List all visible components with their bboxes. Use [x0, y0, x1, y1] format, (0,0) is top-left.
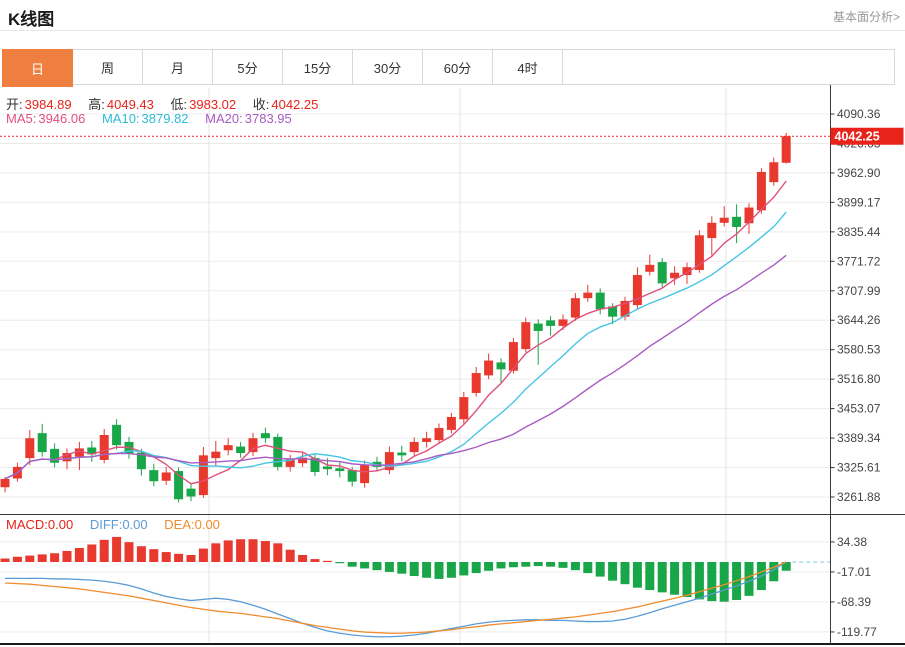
high-value: 4049.43: [107, 97, 154, 112]
close-value: 4042.25: [271, 97, 318, 112]
svg-text:3899.17: 3899.17: [837, 195, 881, 209]
tabbar-filler: [563, 50, 894, 84]
ma10-line: [5, 212, 786, 479]
open-value: 3984.89: [25, 97, 72, 112]
svg-text:3962.90: 3962.90: [837, 166, 881, 180]
diff-label: DIFF:: [90, 517, 123, 532]
ma20-label: MA20:: [205, 111, 243, 126]
tab-5min[interactable]: 5分: [213, 50, 283, 84]
tab-4hour[interactable]: 4时: [493, 50, 563, 84]
svg-text:3516.80: 3516.80: [837, 372, 881, 386]
ma5-value: 3946.06: [38, 111, 85, 126]
tab-30min[interactable]: 30分: [353, 50, 423, 84]
svg-text:3261.88: 3261.88: [837, 490, 881, 504]
title-divider: [0, 30, 905, 31]
svg-text:4090.36: 4090.36: [837, 107, 881, 121]
tab-week[interactable]: 周: [73, 50, 143, 84]
svg-text:3707.99: 3707.99: [837, 284, 881, 298]
svg-text:-119.77: -119.77: [837, 625, 877, 639]
page-title: K线图: [8, 5, 54, 30]
svg-text:3771.72: 3771.72: [837, 254, 881, 268]
svg-text:34.38: 34.38: [837, 535, 867, 549]
ma20-line: [5, 255, 786, 479]
macd-readout: MACD:0.00 DIFF:0.00 DEA:0.00: [6, 517, 220, 532]
macd-label: MACD:: [6, 517, 48, 532]
svg-text:3580.53: 3580.53: [837, 343, 881, 357]
svg-text:3835.44: 3835.44: [837, 225, 881, 239]
svg-text:3453.07: 3453.07: [837, 402, 881, 416]
macd-histogram: [1, 537, 791, 602]
tab-15min[interactable]: 15分: [283, 50, 353, 84]
svg-text:3389.34: 3389.34: [837, 431, 881, 445]
low-label: 低:: [171, 97, 188, 112]
macd-value: 0.00: [48, 517, 73, 532]
svg-text:4042.25: 4042.25: [835, 130, 880, 144]
tab-60min[interactable]: 60分: [423, 50, 493, 84]
ma10-label: MA10:: [102, 111, 140, 126]
fundamental-analysis-link[interactable]: 基本面分析>: [833, 8, 900, 25]
open-label: 开:: [6, 97, 23, 112]
dea-label: DEA:: [164, 517, 194, 532]
close-label: 收:: [253, 97, 270, 112]
tab-day[interactable]: 日: [2, 49, 73, 87]
ma10-value: 3879.82: [142, 111, 189, 126]
diff-value: 0.00: [122, 517, 147, 532]
ma-readout: MA5:3946.06 MA10:3879.82 MA20:3783.95: [6, 111, 292, 126]
period-tabbar: 日 周 月 5分 15分 30分 60分 4时: [2, 49, 895, 85]
ma20-value: 3783.95: [245, 111, 292, 126]
svg-text:3644.26: 3644.26: [837, 313, 881, 327]
svg-text:3325.61: 3325.61: [837, 461, 881, 475]
kline-page: 4090.364026.633962.903899.173835.443771.…: [0, 0, 905, 647]
dea_line: [5, 562, 786, 633]
ma5-label: MA5:: [6, 111, 36, 126]
tab-month[interactable]: 月: [143, 50, 213, 84]
svg-text:-17.01: -17.01: [837, 565, 871, 579]
low-value: 3983.02: [189, 97, 236, 112]
high-label: 高:: [88, 97, 105, 112]
dea-value: 0.00: [195, 517, 220, 532]
svg-text:-68.39: -68.39: [837, 595, 871, 609]
